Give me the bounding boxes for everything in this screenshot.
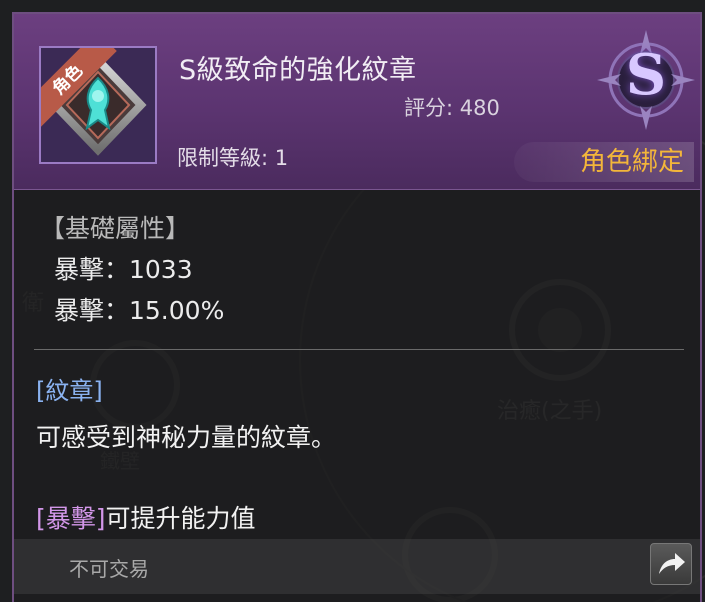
stat-line: 暴擊：15.00% <box>54 296 225 325</box>
item-description: 可感受到神秘力量的紋章。 <box>36 423 337 452</box>
base-attributes-title: 【基礎屬性】 <box>40 214 191 243</box>
item-tooltip: 角色 S級致命的強化紋章 評分: 480 限制等級: 1 角色綁定 S 【基礎屬… <box>12 12 702 602</box>
grade-badge: S <box>597 24 695 132</box>
stat-line: 暴擊：1033 <box>54 255 193 284</box>
effect-text: 可提升能力值 <box>105 504 256 533</box>
trade-status: 不可交易 <box>69 557 149 581</box>
item-type-tag: [紋章] <box>36 377 103 405</box>
effect-tag: [暴擊] <box>36 504 106 533</box>
item-name: S級致命的強化紋章 <box>179 55 417 86</box>
tooltip-header: 角色 S級致命的強化紋章 評分: 480 限制等級: 1 角色綁定 S <box>14 14 700 190</box>
grade-letter: S <box>625 42 667 108</box>
section-divider <box>34 349 684 350</box>
share-arrow-icon <box>659 553 685 574</box>
level-requirement: 限制等級: 1 <box>177 146 289 170</box>
item-icon-frame[interactable]: 角色 <box>39 46 157 164</box>
item-score: 評分: 480 <box>404 96 500 120</box>
effect-line: [暴擊]可提升能力值 <box>36 499 256 535</box>
tooltip-footer: 不可交易 <box>14 539 700 594</box>
share-button[interactable] <box>650 543 692 585</box>
binding-status: 角色綁定 <box>514 142 694 182</box>
